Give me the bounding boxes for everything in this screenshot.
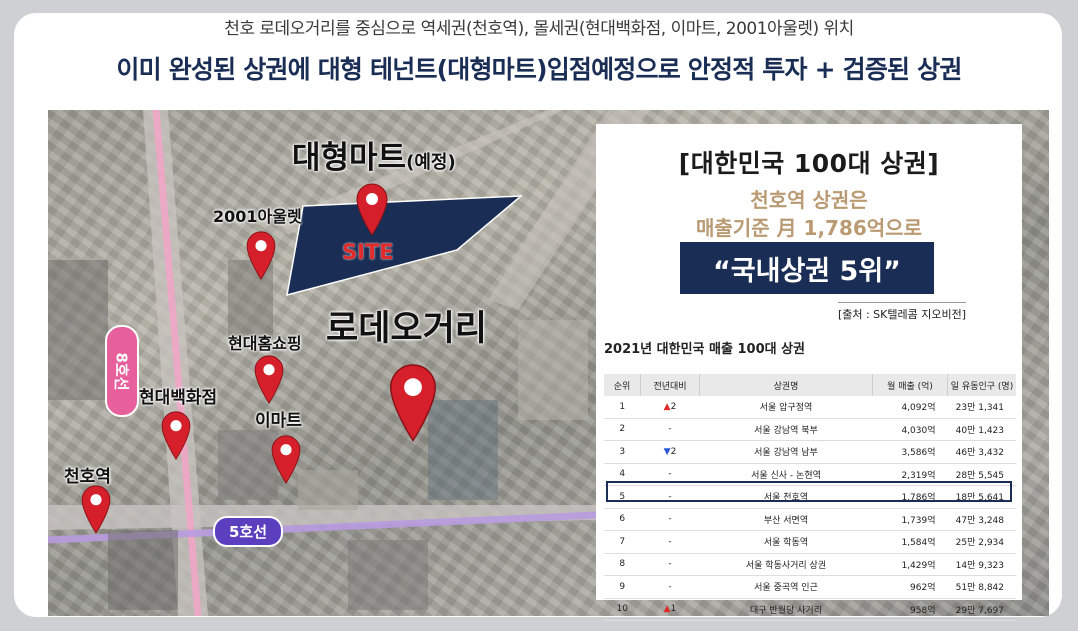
change-value: 2 bbox=[670, 401, 677, 412]
table-row: 1 ▲2 서울 압구정역 4,092억 23만 1,341 bbox=[604, 396, 1016, 419]
table-cell-name: 서울 압구정역 bbox=[699, 396, 873, 419]
table-cell-sales: 1,584억 bbox=[872, 530, 948, 554]
table-cell-name: 부산 서면역 bbox=[699, 508, 873, 531]
triangle-up-icon: ▲ bbox=[663, 604, 671, 615]
table-cell-change: - bbox=[640, 418, 700, 441]
change-value: 1 bbox=[670, 604, 677, 615]
col-header-change: 전년대비 bbox=[640, 374, 700, 396]
table-row: 3 ▼2 서울 강남역 남부 3,586억 46만 3,432 bbox=[604, 440, 1016, 464]
change-value: - bbox=[668, 581, 672, 592]
location-pin-icon bbox=[271, 435, 301, 484]
location-pin-icon bbox=[246, 231, 276, 280]
table-cell-rank: 7 bbox=[604, 530, 641, 554]
col-header-sales: 월 매출 (억) bbox=[872, 374, 948, 396]
change-value: - bbox=[668, 559, 672, 570]
change-value: - bbox=[668, 424, 672, 435]
rank-highlight-box: “국내상권 5위” bbox=[680, 242, 934, 294]
table-cell-name: 서울 학동사거리 상권 bbox=[699, 553, 873, 576]
table-cell-population: 23만 1,341 bbox=[947, 396, 1016, 419]
table-cell-name: 서울 강남역 남부 bbox=[699, 440, 873, 464]
emart-label: 이마트 bbox=[255, 411, 302, 431]
location-pin-icon bbox=[254, 355, 284, 404]
table-row: 10 ▲1 대구 반월당 사거리 958억 29만 7,697 bbox=[604, 598, 1016, 621]
outlet-label: 2001아울렛 bbox=[213, 207, 302, 226]
dept-store-label: 현대백화점 bbox=[139, 388, 218, 408]
table-cell-sales: 3,586억 bbox=[872, 440, 948, 464]
col-header-population: 일 유동인구 (명) bbox=[947, 374, 1016, 396]
table-cell-name: 서울 학동역 bbox=[699, 530, 873, 554]
table-cell-population: 51만 8,842 bbox=[947, 575, 1016, 599]
table-cell-change: - bbox=[640, 575, 700, 599]
table-cell-change: ▲1 bbox=[640, 598, 700, 621]
table-row: 6 - 부산 서면역 1,739억 47만 3,248 bbox=[604, 508, 1016, 531]
change-value: 2 bbox=[670, 446, 677, 457]
table-cell-name: 서울 강남역 북부 bbox=[699, 418, 873, 441]
table-cell-rank: 8 bbox=[604, 553, 641, 576]
info-line-2: 매출기준 月 1,786억으로 bbox=[696, 216, 922, 240]
table-cell-sales: 4,030억 bbox=[872, 418, 948, 441]
table-cell-population: 25만 2,934 bbox=[947, 530, 1016, 554]
table-cell-change: ▼2 bbox=[640, 440, 700, 464]
location-pin-icon bbox=[161, 411, 191, 460]
table-cell-change: - bbox=[640, 508, 700, 531]
change-value: - bbox=[668, 514, 672, 525]
info-title: [대한민국 100대 상권] bbox=[678, 149, 940, 178]
table-cell-change: - bbox=[640, 553, 700, 576]
change-value: - bbox=[668, 536, 672, 547]
site-label: SITE bbox=[342, 240, 394, 264]
table-cell-change: - bbox=[640, 530, 700, 554]
table-cell-population: 14만 9,323 bbox=[947, 553, 1016, 576]
page-headline: 이미 완성된 상권에 대형 테넌트(대형마트)입점예정으로 안정적 투자 + 검… bbox=[116, 55, 962, 84]
table-cell-sales: 1,739억 bbox=[872, 508, 948, 531]
change-value: - bbox=[668, 469, 672, 480]
table-cell-sales: 1,429억 bbox=[872, 553, 948, 576]
triangle-up-icon: ▲ bbox=[663, 401, 671, 412]
line8-badge: 8호선 bbox=[105, 325, 139, 417]
location-pin-icon bbox=[81, 485, 111, 534]
table-cell-change: ▲2 bbox=[640, 396, 700, 419]
source-note: [출처 : SK텔레콤 지오비전] bbox=[837, 302, 966, 322]
rodeo-street-label: 로데오거리 bbox=[326, 309, 488, 349]
line5-badge: 5호선 bbox=[213, 516, 284, 547]
table-cell-rank: 6 bbox=[604, 508, 641, 531]
table-title: 2021년 대한민국 매출 100대 상권 bbox=[604, 342, 806, 357]
table-row: 8 - 서울 학동사거리 상권 1,429억 14만 9,323 bbox=[604, 553, 1016, 576]
site-area bbox=[286, 195, 524, 297]
col-header-rank: 순위 bbox=[604, 374, 641, 396]
page-subtitle: 천호 로데오거리를 중심으로 역세권(천호역), 몰세권(현대백화점, 이마트,… bbox=[224, 19, 854, 39]
col-header-name: 상권명 bbox=[699, 374, 873, 396]
table-row: 2 - 서울 강남역 북부 4,030억 40만 1,423 bbox=[604, 418, 1016, 441]
table-cell-name: 서울 중곡역 인근 bbox=[699, 575, 873, 599]
table-cell-name: 대구 반월당 사거리 bbox=[699, 598, 873, 621]
table-cell-population: 47만 3,248 bbox=[947, 508, 1016, 531]
table-cell-rank: 3 bbox=[604, 440, 641, 464]
table-row: 7 - 서울 학동역 1,584억 25만 2,934 bbox=[604, 530, 1016, 554]
big-mart-label: 대형마트(예정) bbox=[292, 140, 456, 176]
info-line-1: 천호역 상권은 bbox=[750, 188, 868, 212]
table-cell-sales: 958억 bbox=[872, 598, 948, 621]
table-cell-population: 40만 1,423 bbox=[947, 418, 1016, 441]
location-pin-icon bbox=[390, 364, 436, 442]
table-cell-population: 29만 7,697 bbox=[947, 598, 1016, 621]
table-cell-rank: 1 bbox=[604, 396, 641, 419]
table-cell-population: 46만 3,432 bbox=[947, 440, 1016, 464]
triangle-down-icon: ▼ bbox=[663, 446, 671, 457]
table-cell-sales: 962억 bbox=[872, 575, 948, 599]
table-cell-rank: 10 bbox=[604, 598, 641, 621]
top100-info-box: [대한민국 100대 상권] 천호역 상권은 매출기준 月 1,786억으로 “… bbox=[596, 124, 1022, 326]
table-cell-rank: 2 bbox=[604, 418, 641, 441]
homeshopping-label: 현대홈쇼핑 bbox=[228, 334, 302, 353]
table-cell-rank: 9 bbox=[604, 575, 641, 599]
table-row: 9 - 서울 중곡역 인근 962억 51만 8,842 bbox=[604, 575, 1016, 599]
row-highlight-frame bbox=[606, 481, 1012, 502]
location-pin-icon bbox=[356, 183, 388, 236]
table-cell-sales: 4,092억 bbox=[872, 396, 948, 419]
top100-table-panel: 2021년 대한민국 매출 100대 상권 순위 전년대비 상권명 월 매출 (… bbox=[596, 326, 1022, 621]
